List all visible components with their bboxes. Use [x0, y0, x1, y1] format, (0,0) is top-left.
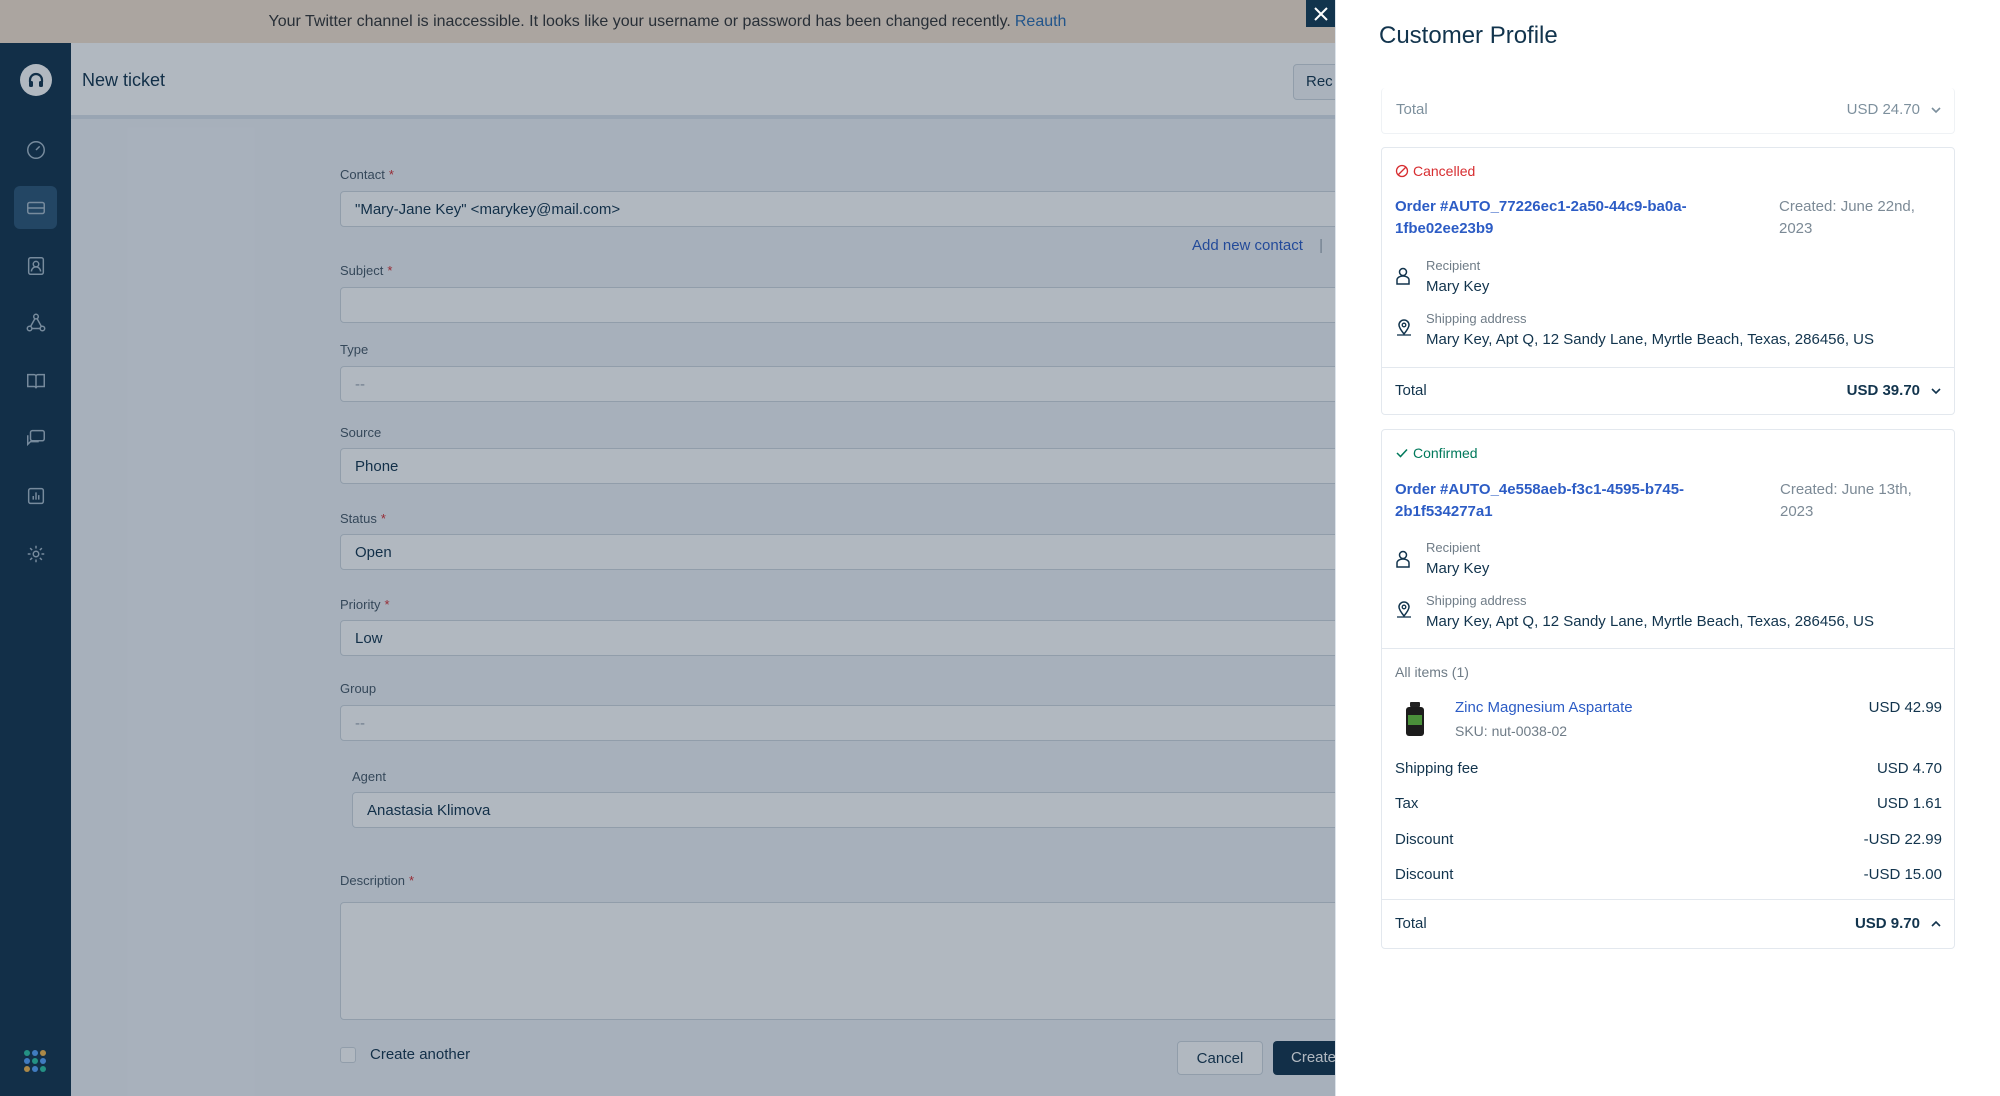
recipient-value: Mary Key — [1426, 278, 1490, 295]
order-total-label: Total — [1395, 915, 1427, 932]
order-status-text: Confirmed — [1413, 445, 1478, 461]
recipient-label: Recipient — [1426, 540, 1481, 555]
previous-total-label: Total — [1396, 101, 1428, 118]
order-created-date: Created: June 22nd, 2023 — [1779, 198, 1915, 237]
order-total-toggle[interactable]: USD 39.70 — [1847, 382, 1942, 399]
discount-value: -USD 15.00 — [1863, 866, 1942, 883]
chevron-down-icon — [1931, 387, 1941, 394]
tax-value: USD 1.61 — [1876, 795, 1942, 812]
recipient-value: Mary Key — [1426, 560, 1490, 577]
order-total-label: Total — [1395, 382, 1427, 399]
order-total-value: USD 9.70 — [1854, 915, 1920, 932]
chevron-down-icon — [1931, 106, 1941, 113]
order-total-value: USD 39.70 — [1846, 382, 1920, 399]
divider — [1382, 899, 1954, 900]
item-sku: SKU: nut-0038-02 — [1455, 723, 1568, 739]
order-created-date: Created: June 13th, 2023 — [1780, 481, 1912, 520]
modal-overlay[interactable] — [0, 0, 1335, 1096]
helpdesk-app: Your Twitter channel is inaccessible. It… — [0, 0, 1335, 1096]
previous-order-card: Total USD 24.70 — [1381, 88, 1955, 134]
order-status-badge: Cancelled — [1395, 163, 1475, 179]
discount-label: Discount — [1395, 831, 1454, 848]
items-header: All items (1) — [1395, 664, 1469, 680]
person-icon — [1396, 267, 1410, 285]
order-card-cancelled: Cancelled Order #AUTO_77226ec1-2a50-44c9… — [1381, 147, 1955, 415]
close-icon[interactable] — [1306, 0, 1335, 27]
product-bottle-icon — [1406, 702, 1424, 736]
divider — [1382, 367, 1954, 368]
item-price: USD 42.99 — [1868, 699, 1942, 716]
order-id-link[interactable]: Order #AUTO_4e558aeb-f3c1-4595-b745-2b1f… — [1395, 479, 1735, 523]
previous-total-value: USD 24.70 — [1846, 101, 1920, 118]
check-icon — [1396, 448, 1408, 458]
chevron-up-icon — [1931, 920, 1941, 927]
shipping-fee-label: Shipping fee — [1395, 760, 1479, 777]
shipping-address: Mary Key, Apt Q, 12 Sandy Lane, Myrtle B… — [1426, 613, 1875, 630]
shipping-address: Mary Key, Apt Q, 12 Sandy Lane, Myrtle B… — [1426, 331, 1875, 348]
order-status-badge: Confirmed — [1395, 445, 1478, 461]
recipient-label: Recipient — [1426, 258, 1481, 273]
order-total-toggle[interactable]: USD 9.70 — [1855, 915, 1942, 932]
discount-label: Discount — [1395, 866, 1454, 883]
shipping-label: Shipping address — [1426, 311, 1527, 326]
panel-title: Customer Profile — [1379, 22, 1558, 49]
person-icon — [1396, 550, 1410, 568]
item-name-link[interactable]: Zinc Magnesium Aspartate — [1455, 699, 1633, 716]
customer-profile-panel: Customer Profile Total USD 24.70 Cancell… — [1335, 0, 2000, 1096]
tax-label: Tax — [1395, 795, 1419, 812]
order-status-text: Cancelled — [1413, 163, 1476, 179]
divider — [1382, 648, 1954, 649]
shipping-fee-value: USD 4.70 — [1876, 760, 1942, 777]
discount-value: -USD 22.99 — [1863, 831, 1942, 848]
location-icon — [1397, 601, 1411, 618]
location-icon — [1397, 319, 1411, 336]
order-id-link[interactable]: Order #AUTO_77226ec1-2a50-44c9-ba0a-1fbe… — [1395, 196, 1735, 240]
order-card-confirmed: Confirmed Order #AUTO_4e558aeb-f3c1-4595… — [1381, 429, 1955, 949]
shipping-label: Shipping address — [1426, 593, 1527, 608]
cancelled-icon — [1395, 164, 1409, 178]
previous-total-toggle[interactable]: USD 24.70 — [1847, 101, 1942, 118]
